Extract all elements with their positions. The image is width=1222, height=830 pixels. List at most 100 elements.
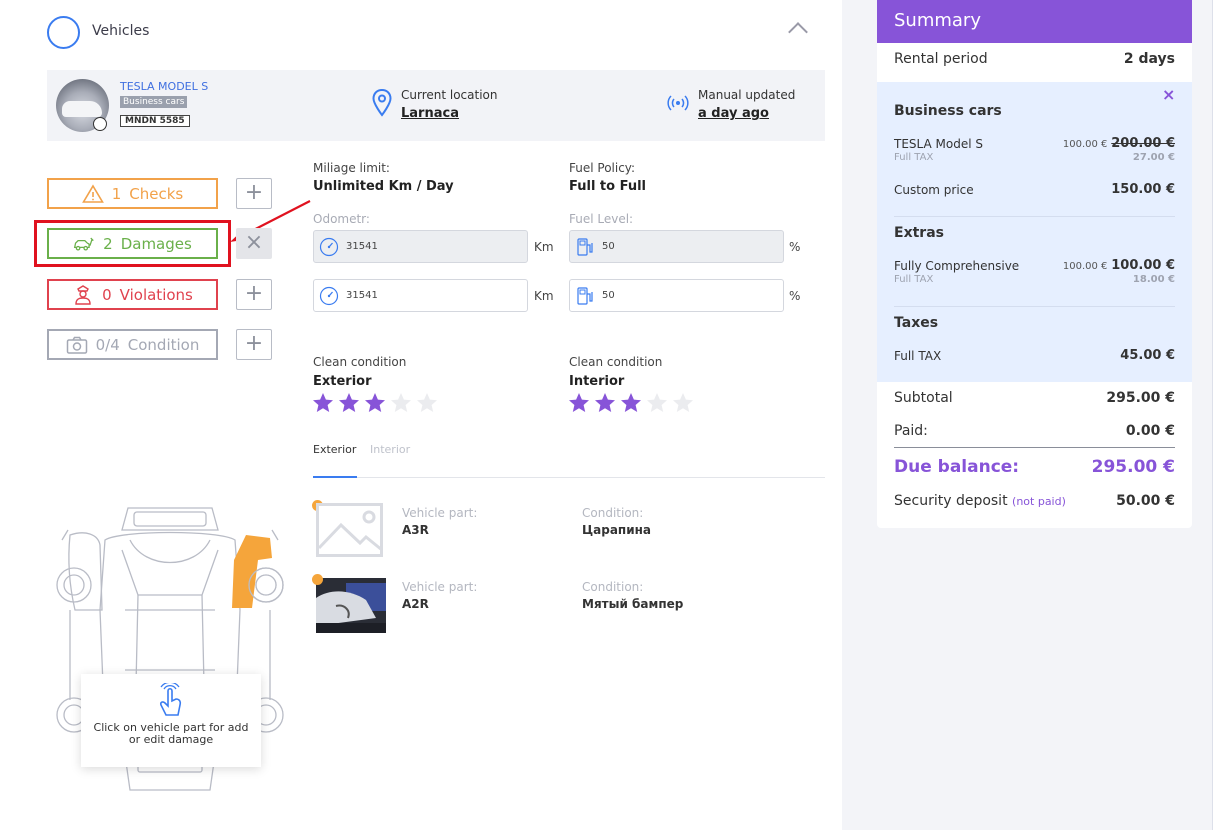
- tab-divider: [313, 477, 825, 478]
- due-balance-value: 295.00 €: [1091, 457, 1175, 477]
- tab-interior[interactable]: Interior: [370, 443, 410, 456]
- signal-icon: [667, 95, 689, 111]
- divider: [894, 216, 1175, 217]
- divider: [894, 306, 1175, 307]
- odometer-start-value: 31541: [346, 241, 378, 252]
- violations-label: Violations: [119, 285, 193, 304]
- camera-icon: [66, 336, 87, 354]
- fuel-start-value: 50: [602, 241, 615, 252]
- business-cars-heading: Business cars: [894, 103, 1002, 119]
- deposit-value: 50.00 €: [1116, 493, 1175, 509]
- updated-label: Manual updated: [698, 88, 796, 102]
- damage-marker: [312, 574, 323, 585]
- fuel-start-field: 50: [569, 230, 784, 263]
- fuel-policy-value: Full to Full: [569, 179, 646, 194]
- deposit-label: Security deposit: [894, 493, 1008, 509]
- fuel-end-input[interactable]: 50: [569, 279, 784, 312]
- mileage-label: Miliage limit:: [313, 161, 390, 175]
- subtotal-value: 295.00 €: [1106, 390, 1175, 406]
- close-icon[interactable]: ×: [1162, 85, 1175, 104]
- violations-button[interactable]: 0 Violations: [47, 279, 218, 310]
- updated-link[interactable]: a day ago: [698, 106, 769, 121]
- car-name-link[interactable]: TESLA MODEL S: [120, 80, 208, 93]
- location-link[interactable]: Larnaca: [401, 106, 459, 121]
- speedometer-icon: [319, 286, 339, 306]
- tax-label: Full TAX: [894, 349, 942, 363]
- tab-active-indicator: [313, 476, 357, 478]
- mileage-value: Unlimited Km / Day: [313, 179, 454, 194]
- fuel-pump-icon: [577, 238, 593, 256]
- custom-price-label: Custom price: [894, 183, 974, 197]
- star-filled-icon[interactable]: [312, 392, 334, 414]
- condition-value: Царапина: [582, 523, 652, 537]
- add-check-button[interactable]: +: [236, 178, 272, 209]
- subtotal-label: Subtotal: [894, 390, 953, 406]
- add-violation-button[interactable]: +: [236, 279, 272, 310]
- tap-hand-icon: [160, 681, 182, 716]
- location-pin-icon: [372, 89, 392, 117]
- condition-label: Condition: [127, 335, 200, 354]
- tesla-price: 100.00 € 200.00 €: [1000, 136, 1175, 151]
- clean-condition-label: Clean condition: [569, 355, 663, 369]
- star-empty-icon[interactable]: [416, 392, 438, 414]
- paid-value: 0.00 €: [1125, 423, 1175, 439]
- tax-value: 45.00 €: [1120, 348, 1175, 363]
- car-category-badge: Business cars: [120, 96, 188, 108]
- divider: [894, 447, 1175, 448]
- due-balance-label: Due balance:: [894, 457, 1020, 477]
- extra-price-small: 100.00 €: [1062, 261, 1108, 272]
- taxes-heading: Taxes: [894, 315, 939, 331]
- location-label: Current location: [401, 88, 498, 102]
- star-filled-icon[interactable]: [338, 392, 360, 414]
- condition-label: Condition:: [582, 580, 644, 594]
- damage-photo[interactable]: [316, 578, 386, 633]
- add-condition-button[interactable]: +: [236, 329, 272, 360]
- condition-button[interactable]: 0/4 Condition: [47, 329, 218, 360]
- star-empty-icon[interactable]: [672, 392, 694, 414]
- odometer-label: Odometr:: [313, 212, 370, 226]
- tesla-tax-value: 27.00 €: [1132, 152, 1175, 163]
- extra-price: 100.00 € 100.00 €: [1000, 258, 1175, 273]
- condition-count: 0/4: [95, 335, 120, 354]
- checks-count: 1: [111, 184, 122, 203]
- fuel-pump-icon: [577, 287, 593, 305]
- tesla-price-struck: 200.00 €: [1111, 136, 1175, 151]
- fuel-end-value: 50: [602, 290, 615, 301]
- odometer-end-input[interactable]: 31541: [313, 279, 528, 312]
- close-damages-button[interactable]: ×: [236, 228, 272, 259]
- warning-icon: [81, 183, 104, 203]
- odometer-start-field: 31541: [313, 230, 528, 263]
- custom-price-value: 150.00 €: [1111, 182, 1175, 197]
- summary-title: Summary: [877, 0, 1192, 43]
- tesla-label: TESLA Model S: [894, 137, 983, 151]
- highlight-box: [34, 220, 231, 267]
- star-filled-icon[interactable]: [620, 392, 642, 414]
- damage-hint-card: Click on vehicle part for add or edit da…: [81, 674, 261, 767]
- fuel-level-label: Fuel Level:: [569, 212, 634, 226]
- vehicle-part-label: Vehicle part:: [402, 580, 478, 594]
- paid-label: Paid:: [894, 423, 928, 439]
- star-filled-icon[interactable]: [594, 392, 616, 414]
- star-filled-icon[interactable]: [568, 392, 590, 414]
- license-plate: MNDN 5585: [120, 115, 190, 127]
- section-title: Vehicles: [92, 23, 150, 39]
- left-gutter: [0, 0, 30, 830]
- star-empty-icon[interactable]: [646, 392, 668, 414]
- star-filled-icon[interactable]: [364, 392, 386, 414]
- extra-price-value: 100.00 €: [1111, 258, 1175, 273]
- star-empty-icon[interactable]: [390, 392, 412, 414]
- extra-tax-label: Full TAX: [894, 274, 934, 285]
- tesla-tax-label: Full TAX: [894, 152, 934, 163]
- extra-tax-value: 18.00 €: [1132, 274, 1175, 285]
- condition-label: Condition:: [582, 506, 644, 520]
- rental-period-label: Rental period: [894, 51, 988, 67]
- security-deposit: Security deposit (not paid): [894, 493, 1066, 509]
- interior-title: Interior: [569, 374, 625, 389]
- tab-exterior[interactable]: Exterior: [313, 443, 356, 456]
- speedometer-icon: [319, 237, 339, 257]
- rental-period-value: 2 days: [1123, 51, 1175, 67]
- vehicle-part-value: A3R: [402, 523, 429, 537]
- vehicle-part-value: A2R: [402, 597, 429, 611]
- checks-button[interactable]: 1 Checks: [47, 178, 218, 209]
- image-placeholder-icon[interactable]: [316, 503, 386, 558]
